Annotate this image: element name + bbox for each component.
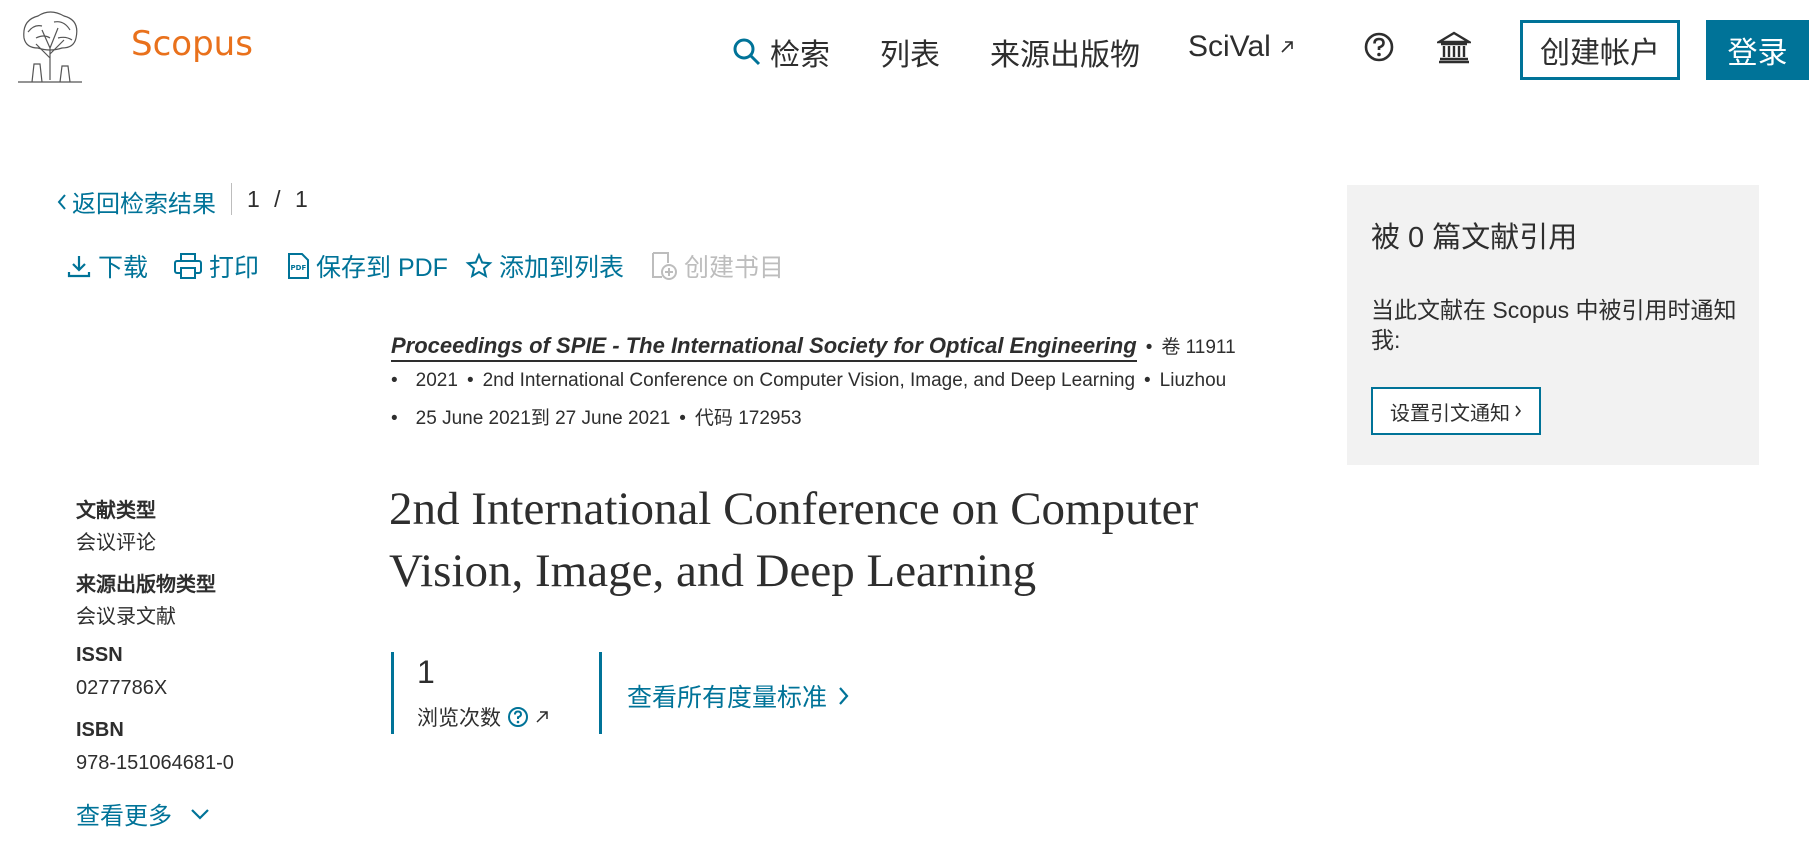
views-label-row: 浏览次数 (417, 702, 549, 732)
create-account-button[interactable]: 创建帐户 (1520, 20, 1680, 80)
result-pager: 1 / 1 (247, 186, 312, 212)
print-button[interactable]: 打印 (173, 248, 259, 284)
external-link-icon[interactable] (535, 710, 549, 724)
back-to-results-link[interactable]: 返回检索结果 (56, 184, 216, 219)
login-button[interactable]: 登录 (1706, 20, 1809, 80)
isbn-value: 978-151064681-0 (76, 752, 234, 774)
info-icon[interactable] (507, 706, 529, 728)
create-bibliography-label: 创建书目 (684, 254, 785, 282)
document-title: 2nd International Conference on Computer… (389, 483, 1199, 597)
printer-icon (174, 253, 202, 279)
issn-value: 0277786X (76, 677, 168, 699)
metric-divider (599, 652, 602, 734)
nav-sources[interactable]: 来源出版物 (990, 30, 1140, 74)
metric-divider (391, 652, 394, 734)
set-citation-alert-button[interactable]: 设置引文通知 (1371, 387, 1541, 435)
volume: 卷 11911 (1161, 337, 1236, 358)
conference-code: 代码 172953 (694, 408, 802, 429)
nav-search-label: 检索 (770, 39, 830, 72)
svg-text:PDF: PDF (291, 264, 307, 272)
nav-lists[interactable]: 列表 (880, 30, 940, 74)
download-label: 下载 (98, 254, 149, 282)
download-button[interactable]: 下载 (66, 248, 148, 284)
nav-scival-label: SciVal (1188, 30, 1271, 63)
add-to-list-button[interactable]: 添加到列表 (465, 248, 624, 284)
chevron-right-icon (839, 687, 849, 705)
views-count: 1 (417, 654, 435, 690)
source-line-3: • 25 June 2021到 27 June 2021 • 代码 172953 (391, 408, 802, 429)
show-more-link[interactable]: 查看更多 (76, 796, 210, 831)
create-bibliography-button[interactable]: 创建书目 (650, 248, 784, 284)
chevron-down-icon (191, 808, 209, 820)
nav-search[interactable]: 检索 (732, 30, 830, 74)
print-label: 打印 (209, 254, 260, 282)
add-to-list-label: 添加到列表 (499, 254, 625, 282)
help-icon[interactable] (1362, 30, 1396, 64)
save-pdf-button[interactable]: PDF 保存到 PDF (286, 248, 448, 284)
set-citation-alert-label: 设置引文通知 (1390, 402, 1510, 425)
scopus-logo[interactable]: Scopus (131, 24, 253, 64)
citation-alert-text: 当此文献在 Scopus 中被引用时通知我: (1371, 297, 1737, 353)
journal-link[interactable]: Proceedings of SPIE - The International … (391, 333, 1137, 362)
chevron-right-icon (1515, 405, 1522, 417)
views-label: 浏览次数 (417, 707, 501, 730)
nav-scival[interactable]: SciVal (1188, 30, 1295, 64)
divider (231, 183, 232, 215)
bibliography-icon (652, 252, 677, 280)
conference-dates: 25 June 2021到 27 June 2021 (415, 408, 671, 429)
doc-type-label: 文献类型 (76, 500, 156, 522)
show-more-label: 查看更多 (76, 803, 172, 830)
location: Liuzhou (1159, 370, 1227, 391)
source-type-value: 会议录文献 (76, 606, 176, 628)
year: 2021 (415, 370, 458, 391)
chevron-left-icon (57, 193, 66, 210)
download-icon (67, 256, 91, 278)
cited-by-heading: 被 0 篇文献引用 (1371, 222, 1578, 254)
elsevier-logo[interactable] (14, 8, 86, 84)
source-line-2: • 2021 • 2nd International Conference on Co… (391, 370, 1227, 391)
source-line-1: Proceedings of SPIE - The International … (391, 332, 1236, 362)
view-all-metrics-label: 查看所有度量标准 (627, 684, 828, 712)
back-label: 返回检索结果 (72, 191, 216, 218)
issn-label: ISSN (76, 644, 123, 666)
institution-icon[interactable] (1434, 30, 1474, 64)
search-icon (733, 38, 761, 66)
save-pdf-label: 保存到 PDF (316, 254, 448, 282)
conference-name: 2nd International Conference on Computer… (482, 370, 1136, 391)
pdf-icon: PDF (288, 253, 309, 279)
doc-type-value: 会议评论 (76, 532, 156, 554)
view-all-metrics-link[interactable]: 查看所有度量标准 (627, 678, 849, 714)
isbn-label: ISBN (76, 719, 124, 741)
star-icon (465, 252, 493, 279)
source-type-label: 来源出版物类型 (76, 574, 216, 596)
external-link-icon (1281, 41, 1293, 53)
